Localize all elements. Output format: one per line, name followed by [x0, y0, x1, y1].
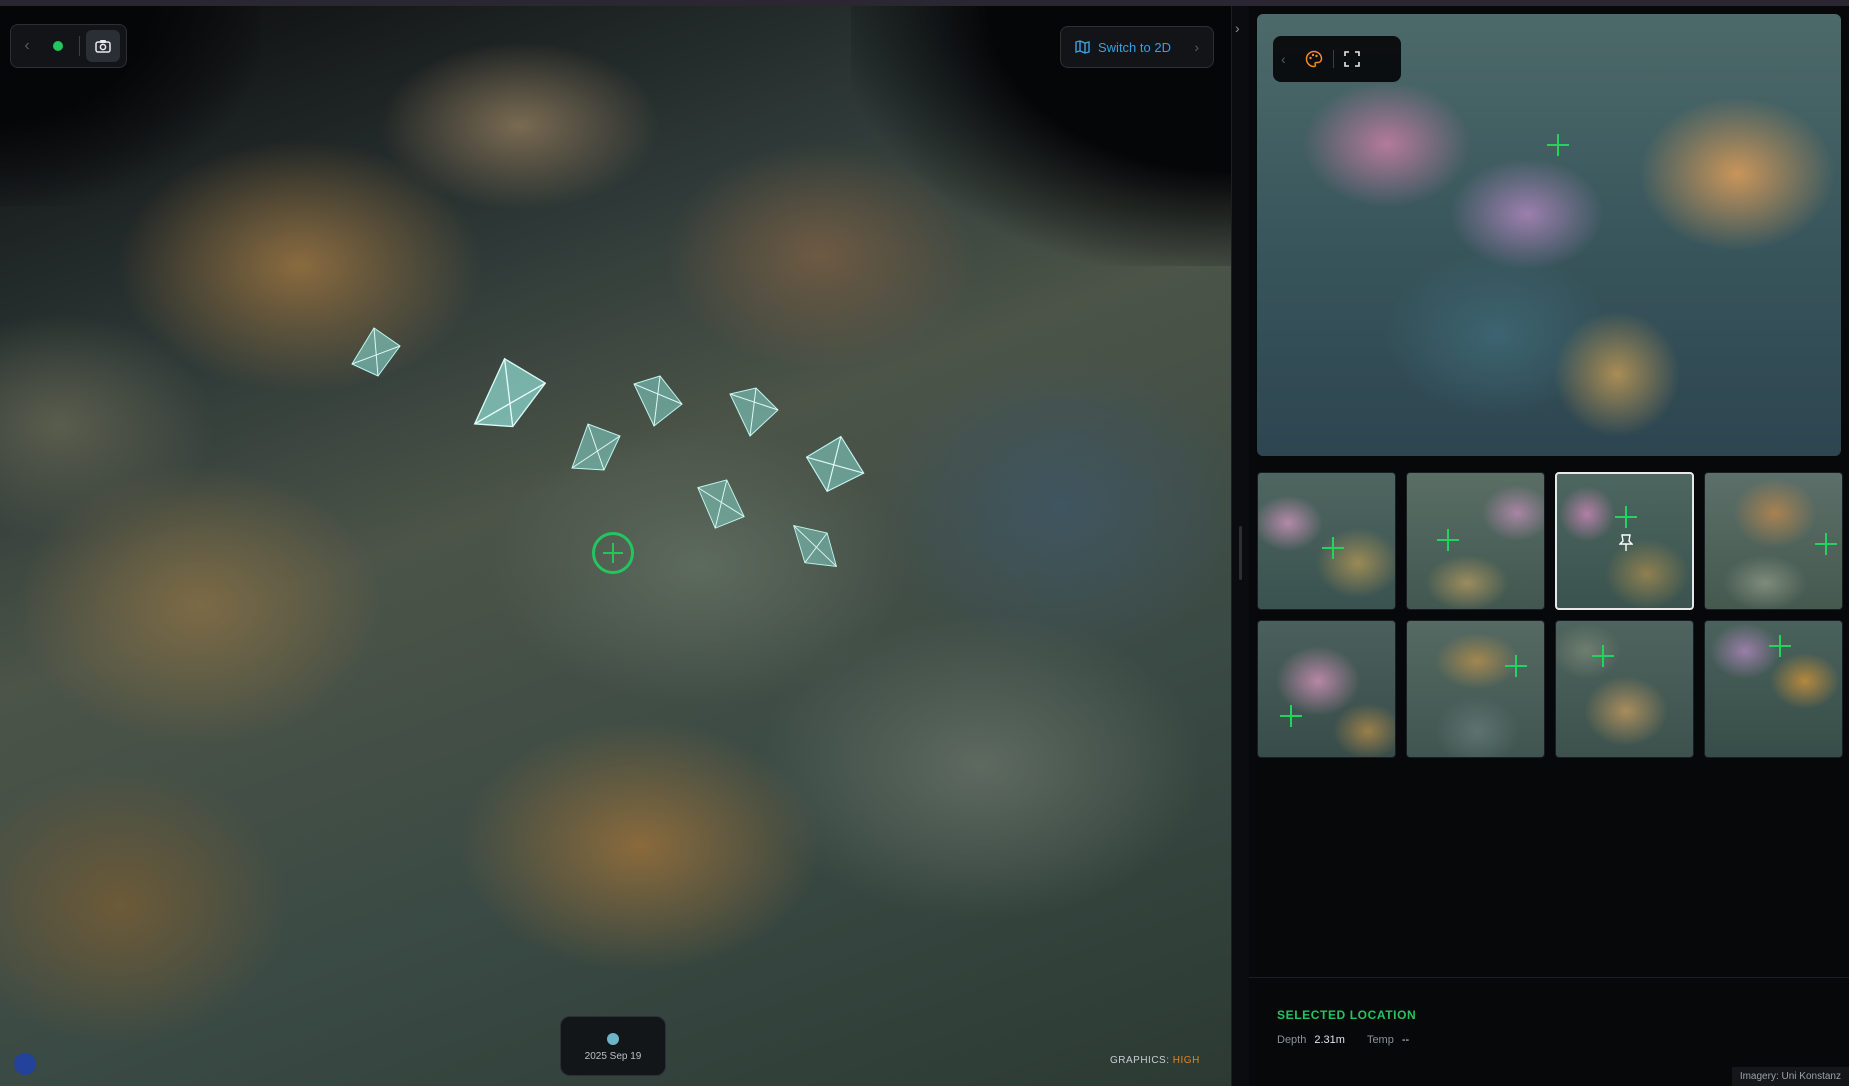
- camera-icon: [95, 40, 111, 53]
- selected-location-info: SELECTED LOCATION Depth 2.31m Temp -- Im…: [1249, 977, 1849, 1086]
- fullscreen-icon[interactable]: [1344, 51, 1360, 67]
- graphics-quality-indicator[interactable]: GRAPHICS: HIGH: [1110, 1055, 1200, 1066]
- camera-frustum-marker[interactable]: [630, 370, 686, 434]
- thumbnail[interactable]: [1704, 620, 1843, 758]
- thumbnail[interactable]: [1406, 472, 1545, 610]
- timeline-control[interactable]: 2025 Sep 19: [560, 1016, 666, 1076]
- resize-handle[interactable]: [1239, 526, 1242, 580]
- location-stats: Depth 2.31m Temp --: [1277, 1034, 1423, 1046]
- camera-frustum-marker[interactable]: [568, 420, 624, 476]
- chevron-left-icon[interactable]: ‹: [1281, 51, 1295, 67]
- temp-value: --: [1401, 1034, 1410, 1046]
- timeline-date: 2025 Sep 19: [584, 1051, 642, 1062]
- orientation-badge[interactable]: [14, 1053, 36, 1075]
- selected-location-marker[interactable]: [592, 532, 634, 574]
- location-crosshair: [1615, 506, 1637, 528]
- switch-to-2d-label: Switch to 2D: [1098, 39, 1171, 55]
- camera-frustum-marker[interactable]: [790, 514, 842, 578]
- thumbnail-grid: [1257, 472, 1843, 758]
- location-crosshair: [1769, 635, 1791, 657]
- location-crosshair: [1437, 529, 1459, 551]
- image-panel: ‹: [1249, 6, 1849, 1086]
- imagery-credit: Imagery: Uni Konstanz: [1731, 1067, 1849, 1086]
- toolbar-divider: [1333, 50, 1334, 68]
- main-photo[interactable]: ‹: [1257, 14, 1841, 456]
- thumbnail-selected[interactable]: [1555, 472, 1694, 610]
- status-dot: [53, 41, 63, 51]
- timeline-point[interactable]: [607, 1033, 619, 1045]
- location-crosshair: [1547, 134, 1569, 156]
- collapse-panel-icon[interactable]: ›: [1235, 20, 1240, 36]
- depth-value: 2.31m: [1314, 1034, 1345, 1046]
- switch-to-2d-button[interactable]: Switch to 2D ›: [1060, 26, 1214, 68]
- toolbar-divider: [79, 36, 80, 56]
- photo-toolbar: ‹: [1273, 36, 1401, 82]
- graphics-value: HIGH: [1172, 1055, 1200, 1066]
- thumbnail[interactable]: [1406, 620, 1545, 758]
- location-crosshair: [1815, 533, 1837, 555]
- camera-frustum-marker[interactable]: [802, 432, 866, 496]
- temp-label: Temp: [1366, 1034, 1394, 1046]
- thumbnail[interactable]: [1704, 472, 1843, 610]
- thumbnail[interactable]: [1555, 620, 1694, 758]
- graphics-label: GRAPHICS:: [1110, 1055, 1170, 1066]
- location-crosshair: [1322, 537, 1344, 559]
- camera-frustum-marker[interactable]: [346, 324, 402, 380]
- thumbnail[interactable]: [1257, 472, 1396, 610]
- pin-icon: [1619, 534, 1633, 551]
- camera-frustum-marker[interactable]: [470, 356, 550, 432]
- chevron-right-icon: ›: [1194, 39, 1199, 55]
- location-crosshair: [1280, 705, 1302, 727]
- selected-location-title: SELECTED LOCATION: [1277, 1008, 1417, 1022]
- depth-label: Depth: [1277, 1034, 1307, 1046]
- location-crosshair: [1592, 645, 1614, 667]
- camera-frustum-marker[interactable]: [694, 472, 748, 538]
- thumbnail[interactable]: [1257, 620, 1396, 758]
- map-icon: [1075, 40, 1090, 54]
- chevron-left-icon[interactable]: ‹: [17, 37, 37, 55]
- palette-icon[interactable]: [1305, 50, 1323, 68]
- camera-button[interactable]: [86, 30, 120, 62]
- reef-3d-viewer[interactable]: ‹ Switch to 2D › 2025 Sep 19 GRAPHICS: H…: [0, 6, 1231, 1086]
- viewer-toolbar: ‹: [10, 24, 127, 68]
- location-crosshair: [1505, 655, 1527, 677]
- panel-divider[interactable]: ›: [1231, 6, 1249, 1086]
- camera-frustum-marker[interactable]: [726, 384, 782, 440]
